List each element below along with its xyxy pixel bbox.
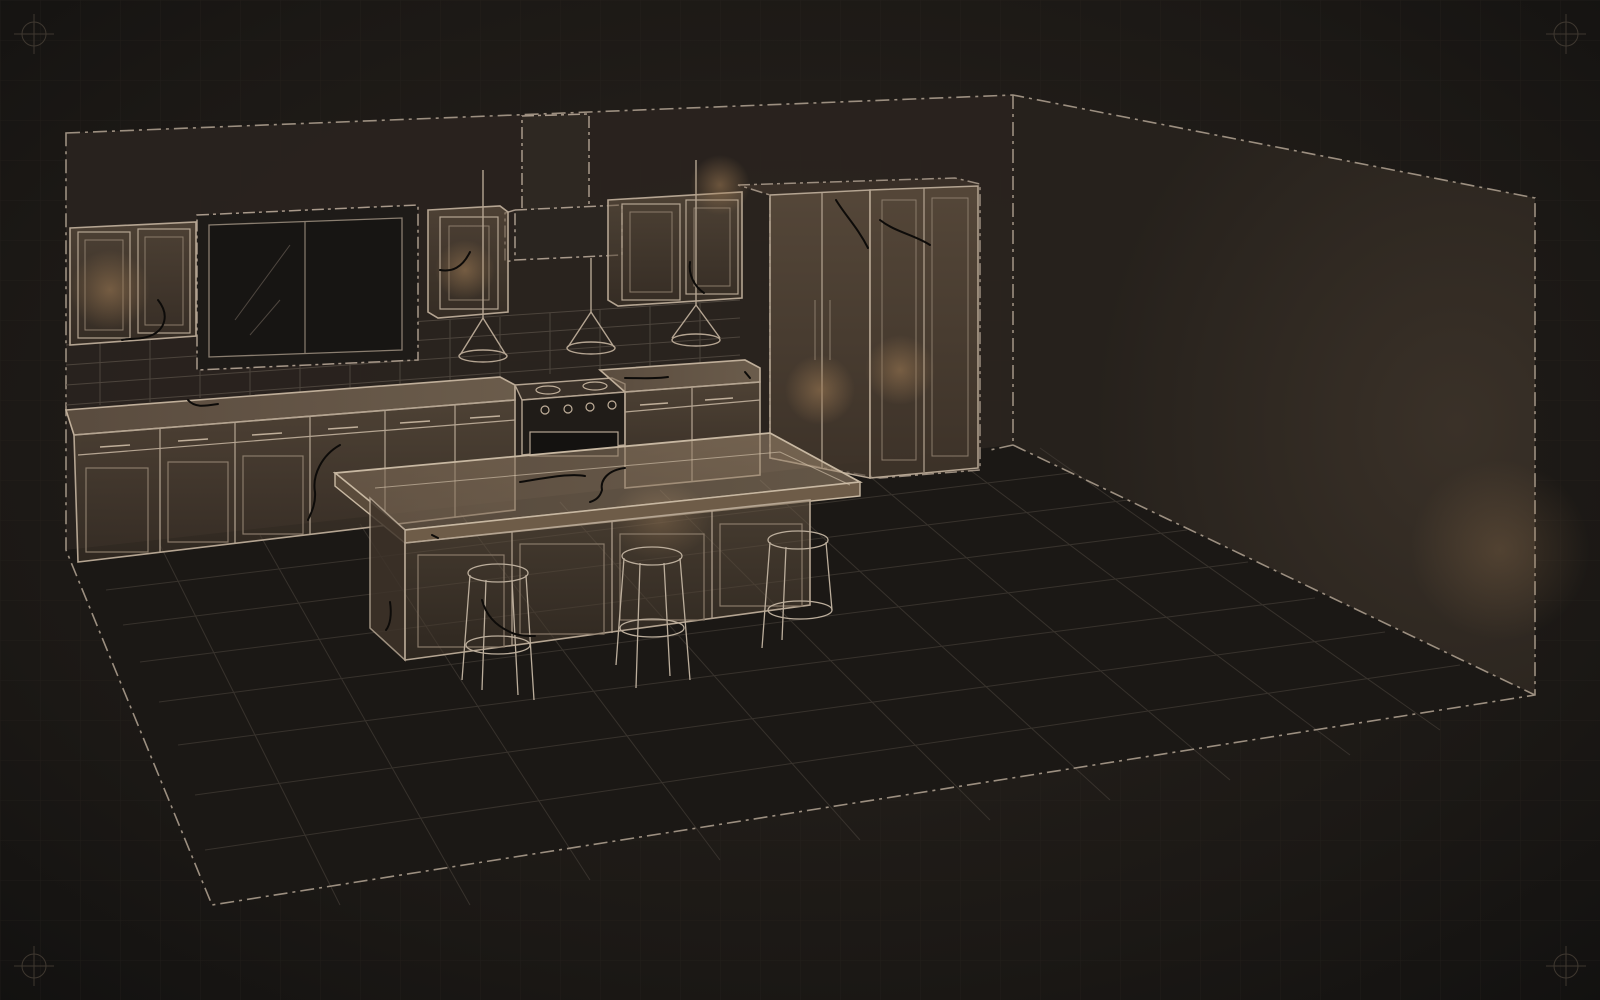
tall-pantry-cabinet [737,177,981,479]
kitchen-wireframe-scene [0,0,1600,1000]
window [196,204,419,371]
stove-range [513,377,626,457]
